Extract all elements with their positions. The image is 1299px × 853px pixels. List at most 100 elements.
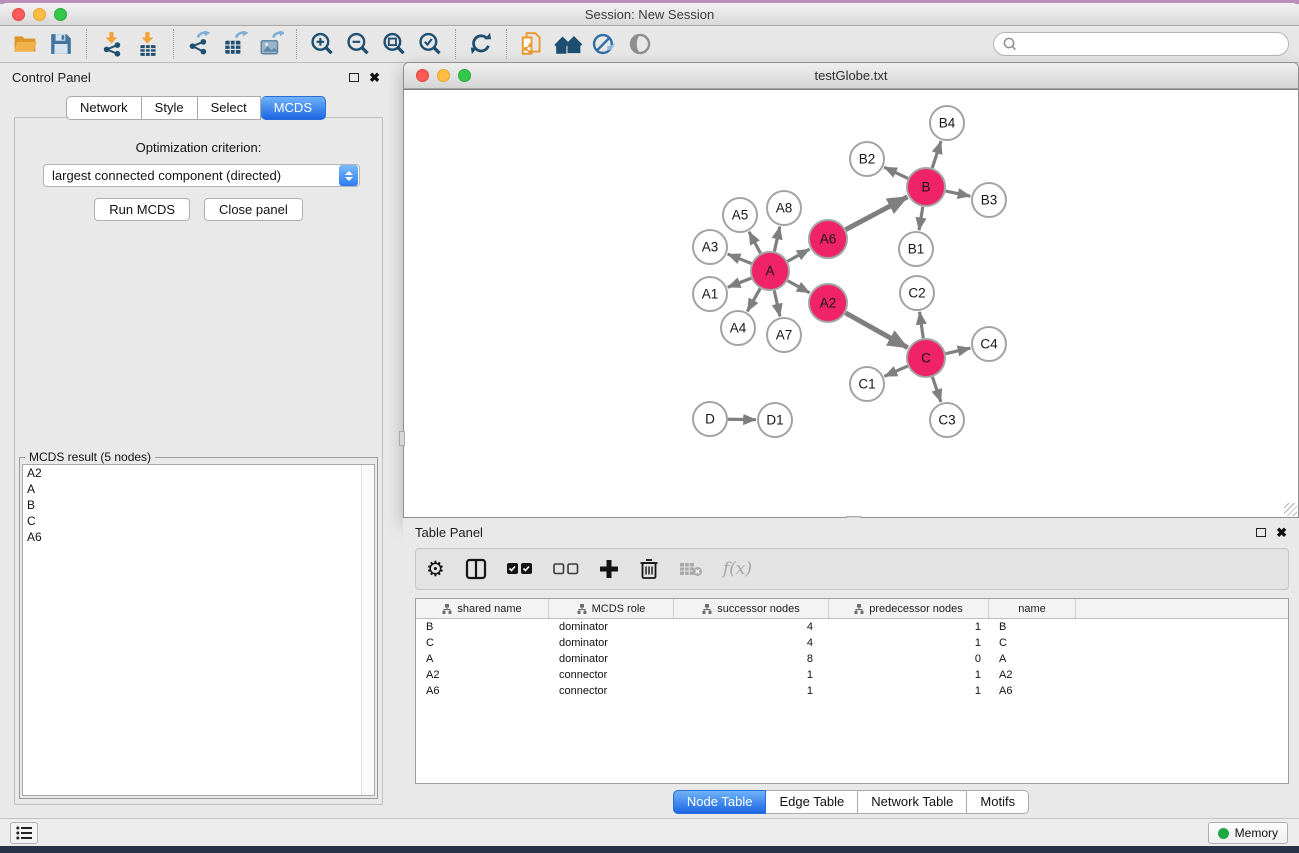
scrollbar-track[interactable]	[361, 465, 374, 795]
run-mcds-button[interactable]: Run MCDS	[94, 198, 190, 221]
graph-node-B[interactable]: B	[907, 168, 945, 206]
edge-B-B2[interactable]	[884, 167, 908, 178]
column-header-name[interactable]: name	[989, 599, 1076, 618]
edge-C-C1[interactable]	[884, 366, 907, 376]
import-table-button[interactable]	[130, 29, 166, 59]
edge-A-A6[interactable]	[788, 249, 810, 261]
graph-node-A4[interactable]: A4	[721, 311, 755, 345]
refresh-button[interactable]	[463, 29, 499, 59]
graph-node-C[interactable]: C	[907, 339, 945, 377]
column-header-MCDS-role[interactable]: MCDS role	[549, 599, 674, 618]
graph-node-A6[interactable]: A6	[809, 220, 847, 258]
create-column-button[interactable]	[599, 553, 619, 585]
graph-node-B2[interactable]: B2	[850, 142, 884, 176]
tab-mcds[interactable]: MCDS	[261, 96, 326, 120]
show-details-button[interactable]	[622, 29, 658, 59]
export-image-button[interactable]	[253, 29, 289, 59]
table-row[interactable]: A2connector11A2	[416, 667, 1288, 683]
import-network-button[interactable]	[94, 29, 130, 59]
edge-C-C4[interactable]	[946, 348, 971, 354]
task-history-button[interactable]	[10, 822, 38, 844]
export-network-button[interactable]	[181, 29, 217, 59]
graph-node-A5[interactable]: A5	[723, 198, 757, 232]
close-panel-button[interactable]: Close panel	[204, 198, 303, 221]
mcds-result-item[interactable]: A6	[23, 529, 374, 545]
edge-A-A7[interactable]	[774, 291, 780, 317]
delete-columns-button[interactable]	[639, 553, 659, 585]
edge-B-B4[interactable]	[932, 141, 941, 168]
mcds-result-item[interactable]: A	[23, 481, 374, 497]
table-row[interactable]: Cdominator41C	[416, 635, 1288, 651]
graph-node-B4[interactable]: B4	[930, 106, 964, 140]
tab-network-table[interactable]: Network Table	[858, 790, 967, 814]
edge-A-A2[interactable]	[788, 281, 810, 293]
zoom-out-button[interactable]	[340, 29, 376, 59]
resize-grip[interactable]	[1284, 503, 1297, 516]
function-builder-button[interactable]: f(x)	[723, 553, 752, 585]
graph-node-D1[interactable]: D1	[758, 403, 792, 437]
delete-table-button[interactable]	[679, 553, 703, 585]
graph-node-A[interactable]: A	[751, 252, 789, 290]
mcds-result-item[interactable]: A2	[23, 465, 374, 481]
table-row[interactable]: Bdominator41B	[416, 619, 1288, 635]
deselect-all-button[interactable]	[553, 553, 579, 585]
zoom-selected-button[interactable]	[412, 29, 448, 59]
column-header-predecessor-nodes[interactable]: predecessor nodes	[829, 599, 989, 618]
new-network-from-selection-button[interactable]	[514, 29, 550, 59]
edge-A6-B[interactable]	[846, 197, 908, 230]
table-row[interactable]: A6connector11A6	[416, 683, 1288, 699]
float-panel-icon[interactable]	[1256, 528, 1266, 537]
graph-node-A3[interactable]: A3	[693, 230, 727, 264]
table-options-button[interactable]: ⚙	[426, 553, 445, 585]
graph-node-C2[interactable]: C2	[900, 276, 934, 310]
network-canvas[interactable]: AA1A2A3A4A5A6A7A8BB1B2B3B4CC1C2C3C4DD1	[404, 89, 1298, 517]
hide-style-button[interactable]	[586, 29, 622, 59]
mcds-result-list[interactable]: A2ABCA6	[22, 464, 375, 796]
edge-C-C2[interactable]	[920, 312, 924, 338]
edge-A-A4[interactable]	[747, 288, 760, 311]
tab-motifs[interactable]: Motifs	[967, 790, 1029, 814]
mcds-result-item[interactable]: B	[23, 497, 374, 513]
graph-node-A8[interactable]: A8	[767, 191, 801, 225]
tab-select[interactable]: Select	[198, 96, 261, 120]
edge-B-B3[interactable]	[946, 191, 971, 196]
mcds-result-item[interactable]: C	[23, 513, 374, 529]
edge-B-B1[interactable]	[919, 207, 923, 230]
criterion-dropdown[interactable]: largest connected component (directed)	[43, 164, 360, 187]
float-panel-icon[interactable]	[349, 73, 359, 82]
toolbar-search[interactable]	[993, 32, 1289, 56]
zoom-in-button[interactable]	[304, 29, 340, 59]
edge-C-C3[interactable]	[932, 377, 940, 402]
edge-A-A3[interactable]	[728, 254, 752, 264]
network-graph[interactable]: AA1A2A3A4A5A6A7A8BB1B2B3B4CC1C2C3C4DD1	[404, 90, 1298, 518]
close-panel-icon[interactable]: ✖	[369, 71, 380, 84]
split-divider-handle[interactable]	[399, 431, 405, 446]
tab-node-table[interactable]: Node Table	[673, 790, 767, 814]
select-all-button[interactable]	[507, 553, 533, 585]
graph-node-C3[interactable]: C3	[930, 403, 964, 437]
zoom-fit-button[interactable]	[376, 29, 412, 59]
column-header-shared-name[interactable]: shared name	[416, 599, 549, 618]
graph-node-B1[interactable]: B1	[899, 232, 933, 266]
open-session-button[interactable]	[7, 29, 43, 59]
graph-node-A7[interactable]: A7	[767, 318, 801, 352]
edge-A-A5[interactable]	[749, 232, 761, 254]
tab-network[interactable]: Network	[66, 96, 142, 120]
graph-node-B3[interactable]: B3	[972, 183, 1006, 217]
graph-node-A1[interactable]: A1	[693, 277, 727, 311]
graph-node-A2[interactable]: A2	[809, 284, 847, 322]
column-header-successor-nodes[interactable]: successor nodes	[674, 599, 829, 618]
save-session-button[interactable]	[43, 29, 79, 59]
home-button[interactable]	[550, 29, 586, 59]
show-columns-button[interactable]	[465, 553, 487, 585]
memory-button[interactable]: Memory	[1208, 822, 1288, 844]
edge-A-A1[interactable]	[728, 278, 752, 287]
edge-A-A8[interactable]	[774, 227, 780, 252]
search-input[interactable]	[1023, 34, 1288, 54]
tab-edge-table[interactable]: Edge Table	[766, 790, 858, 814]
graph-node-D[interactable]: D	[693, 402, 727, 436]
close-panel-icon[interactable]: ✖	[1276, 526, 1287, 539]
table-row[interactable]: Adominator80A	[416, 651, 1288, 667]
edge-A2-C[interactable]	[845, 313, 907, 348]
tab-style[interactable]: Style	[142, 96, 198, 120]
